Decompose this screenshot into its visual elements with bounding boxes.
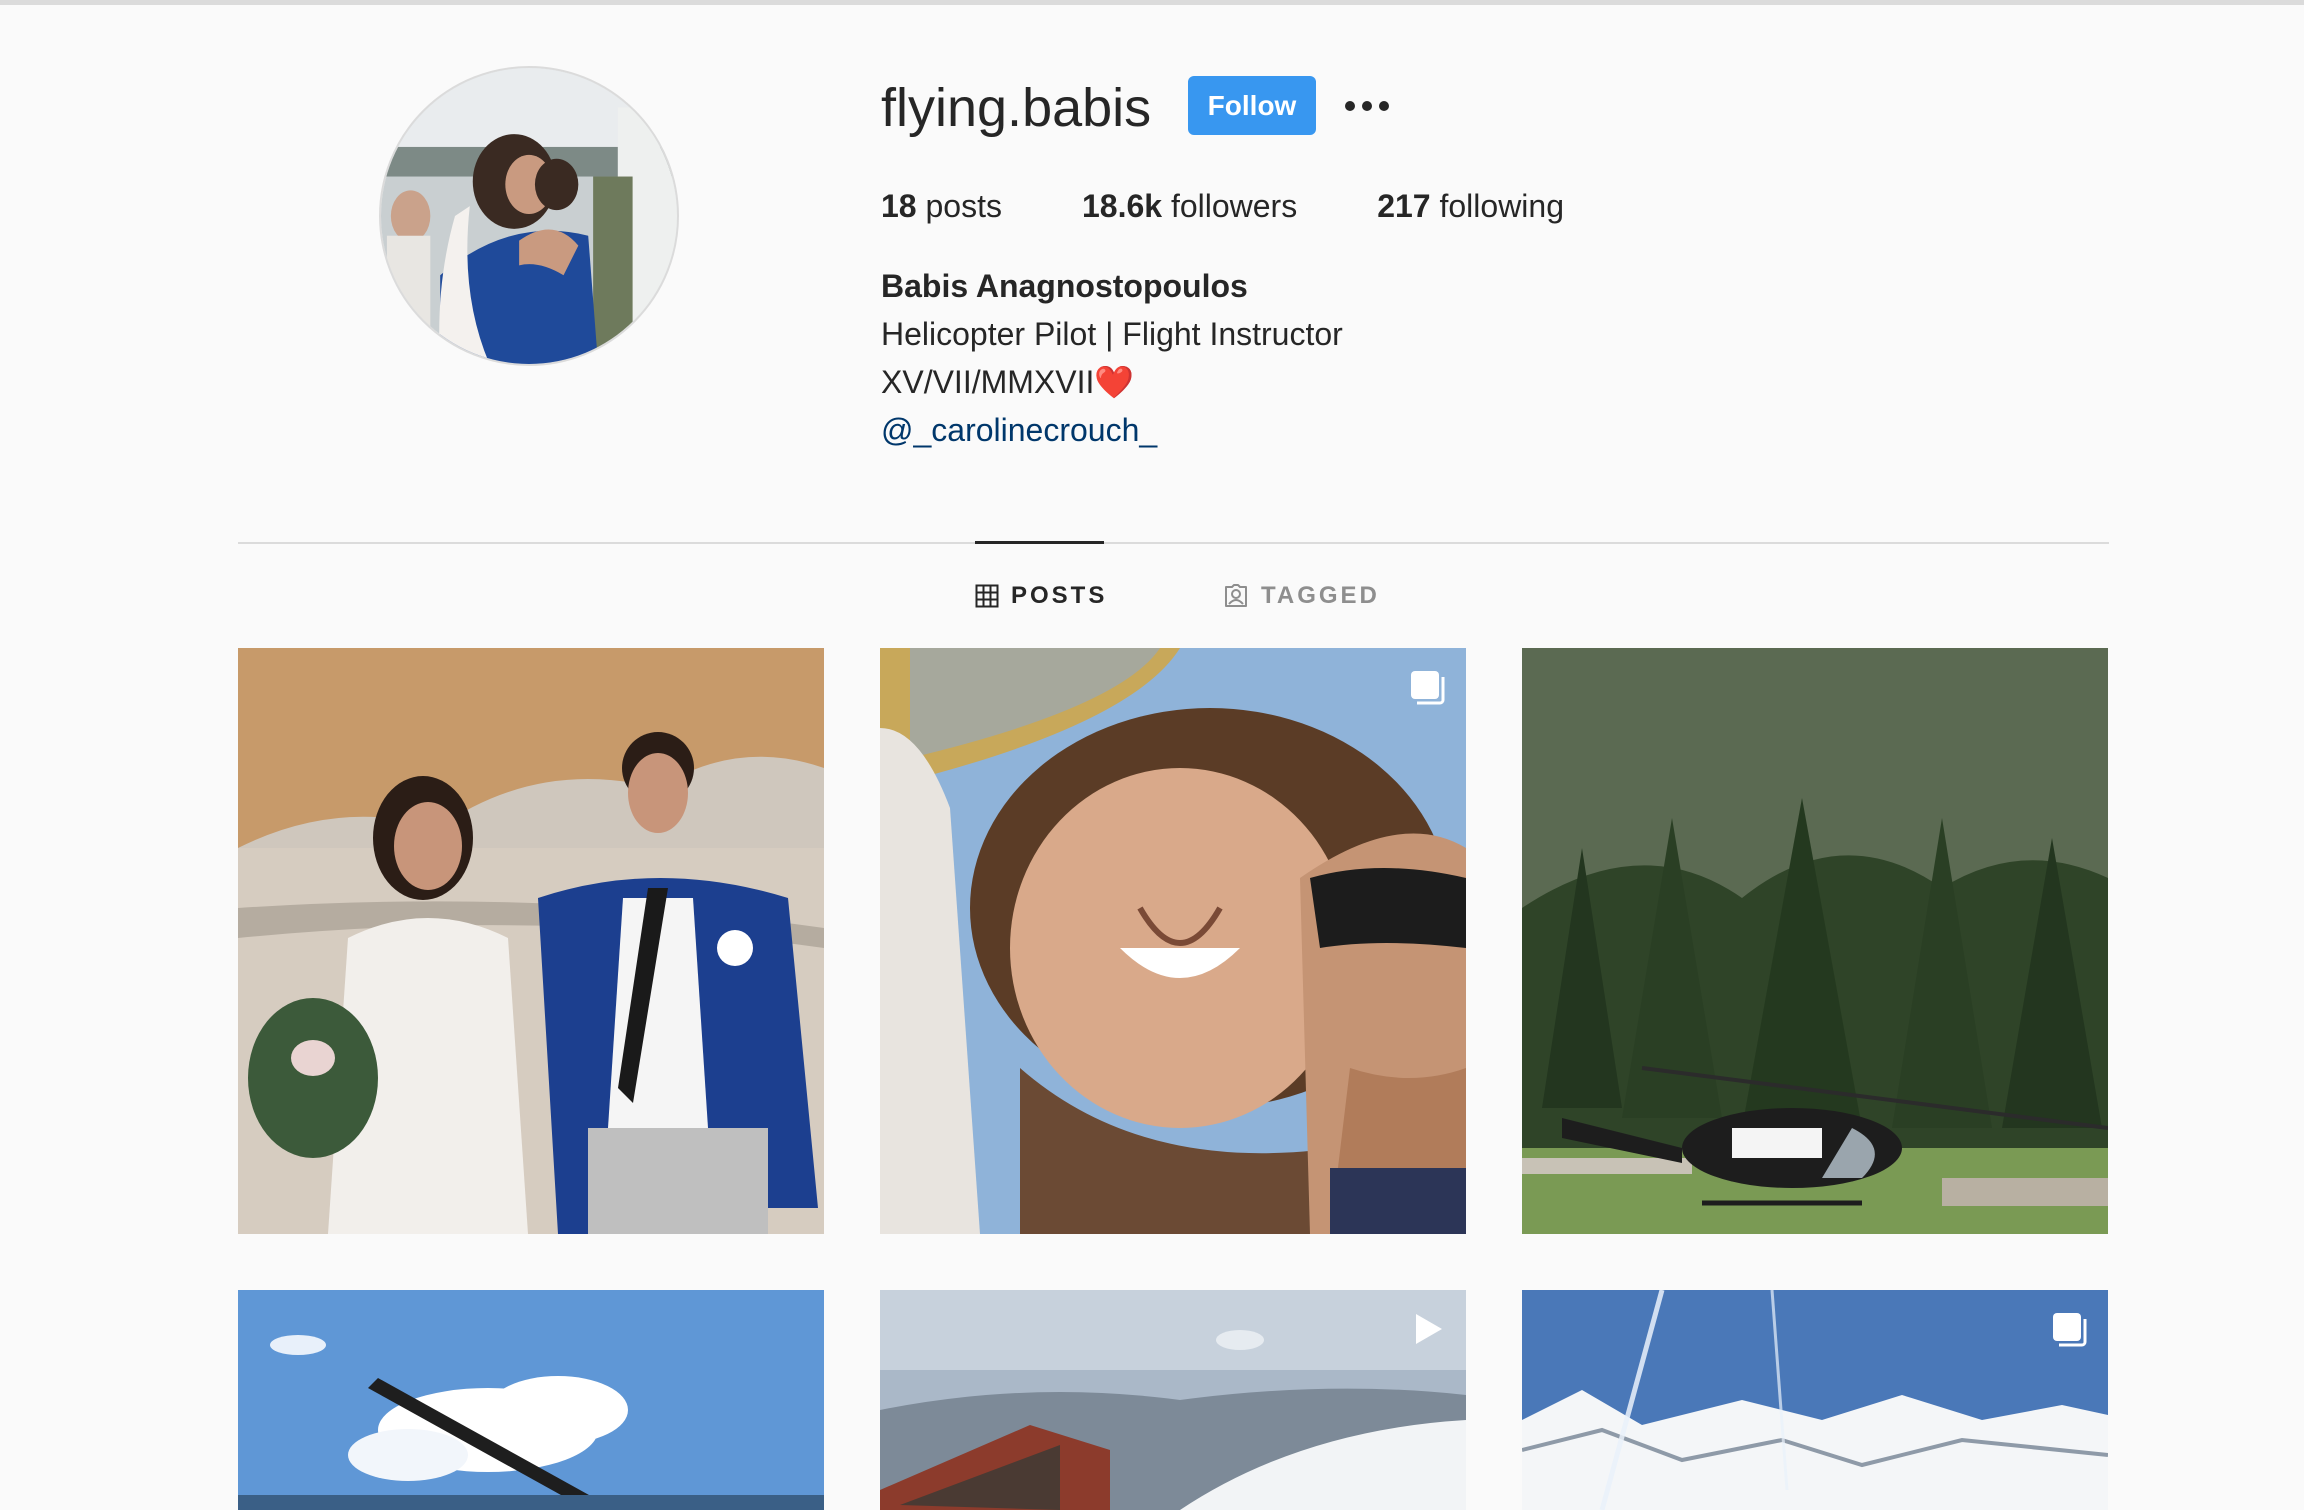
post-tile[interactable] (238, 648, 824, 1234)
tab-tagged[interactable]: TAGGED (1223, 574, 1380, 618)
post-tile[interactable] (880, 648, 1466, 1234)
profile-bio: Babis Anagnostopoulos Helicopter Pilot |… (881, 262, 1343, 454)
tab-posts[interactable]: POSTS (975, 574, 1107, 618)
post-image (238, 648, 824, 1234)
post-tile[interactable] (1522, 648, 2108, 1234)
tagged-icon (1225, 584, 1247, 607)
more-horizontal-icon (1345, 101, 1389, 111)
profile-avatar[interactable] (379, 66, 679, 366)
posts-count: 18 (881, 187, 917, 224)
followers-label: followers (1170, 187, 1298, 224)
more-options-button[interactable] (1340, 86, 1394, 126)
follow-button[interactable]: Follow (1188, 76, 1316, 135)
profile-stats: 18 posts 18.6k followers 217 following (881, 182, 1564, 230)
avatar-photo (381, 68, 677, 364)
following-count: 217 (1377, 187, 1431, 224)
bio-mention-link[interactable]: @_carolinecrouch_ (881, 406, 1343, 454)
carousel-icon (1411, 671, 1445, 705)
carousel-icon (2053, 1313, 2087, 1347)
profile-full-name: Babis Anagnostopoulos (881, 268, 1248, 304)
following-stat[interactable]: 217 following (1377, 188, 1564, 225)
posts-label: posts (925, 187, 1002, 224)
active-tab-indicator (975, 541, 1104, 544)
following-label: following (1439, 187, 1564, 224)
top-border (0, 0, 2304, 5)
bio-line-2: XV/VII/MMXVII❤️ (881, 364, 1135, 400)
post-image (880, 648, 1466, 1234)
grid-icon (975, 584, 999, 608)
post-image (880, 1290, 1466, 1510)
tab-posts-label: POSTS (1011, 582, 1108, 609)
profile-username: flying.babis (881, 78, 1152, 138)
profile-page: flying.babis Follow 18 posts 18.6k follo… (0, 0, 2304, 1510)
post-image (1522, 1290, 2108, 1510)
video-icon (1416, 1314, 1442, 1344)
post-tile[interactable] (238, 1290, 824, 1510)
followers-count: 18.6k (1081, 187, 1163, 224)
post-image (1522, 648, 2108, 1234)
post-tile[interactable] (1522, 1290, 2108, 1510)
bio-line-1: Helicopter Pilot | Flight Instructor (881, 316, 1343, 352)
tabs-divider (238, 542, 2109, 544)
post-tile[interactable] (880, 1290, 1466, 1510)
posts-stat: 18 posts (881, 188, 1002, 225)
followers-stat[interactable]: 18.6k followers (1082, 188, 1297, 225)
post-image (238, 1290, 824, 1510)
tab-tagged-label: TAGGED (1261, 582, 1380, 609)
